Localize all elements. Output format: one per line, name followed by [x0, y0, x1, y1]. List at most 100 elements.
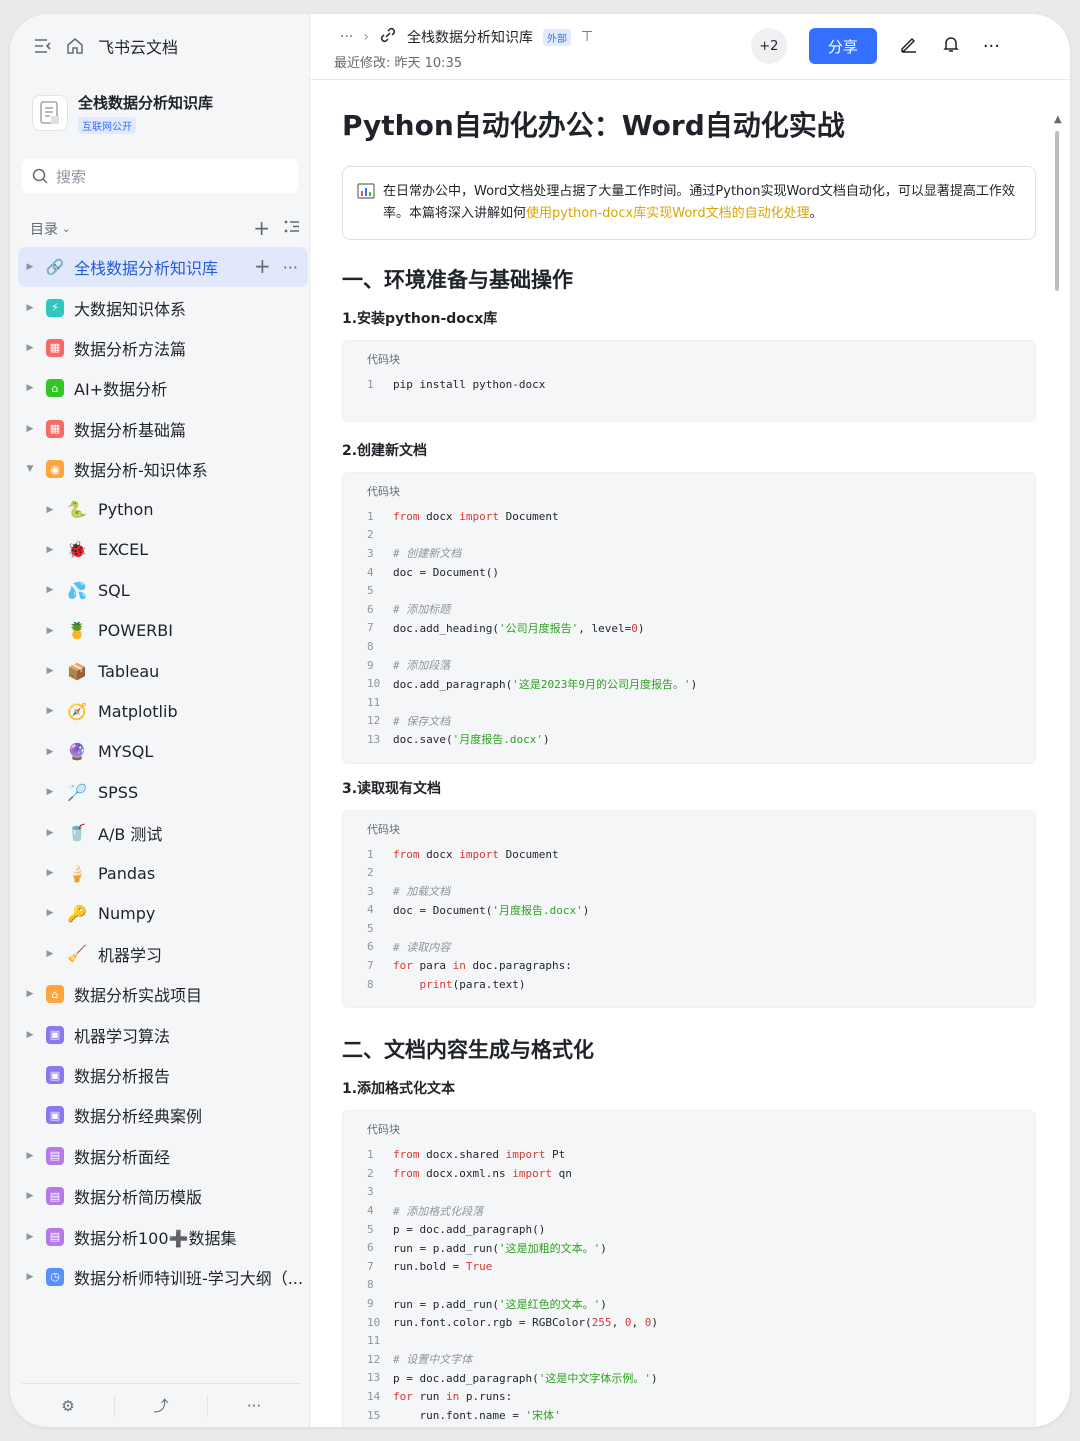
- sidebar-item[interactable]: ▶ 📦 Tableau: [18, 651, 310, 691]
- settings-icon[interactable]: ⚙: [22, 1394, 115, 1417]
- caret-right-icon[interactable]: ▶: [42, 666, 58, 676]
- code-block-label: 代码块: [367, 823, 400, 836]
- header-actions: +2 分享 ···: [750, 28, 1000, 64]
- code-block[interactable]: 代码块 1 from docx import Document 2 3 # 创建新文…: [342, 472, 1036, 764]
- chevron-down-icon[interactable]: ⌄: [62, 224, 70, 235]
- sidebar-item[interactable]: ▶ 🔗 全栈数据分析知识库 + ···: [18, 247, 308, 288]
- sidebar-item[interactable]: ▶ 💦 SQL: [18, 570, 310, 610]
- caret-right-icon[interactable]: ▶: [42, 868, 58, 878]
- sidebar-item[interactable]: ▶ 🧭 Matplotlib: [18, 691, 310, 731]
- home-icon[interactable]: [66, 37, 84, 55]
- sidebar-item[interactable]: ▶ ▦ 数据分析方法篇: [18, 328, 310, 368]
- caret-right-icon[interactable]: ▶: [22, 424, 38, 434]
- last-modified: 最近修改: 昨天 10:35: [334, 56, 463, 71]
- item-icon: 🔗: [45, 258, 65, 277]
- sidebar-item-label: 数据分析实战项目: [74, 986, 203, 1006]
- caret-right-icon[interactable]: ▶: [42, 828, 58, 838]
- sidebar-item[interactable]: ▶ 🍦 Pandas: [18, 853, 310, 893]
- caret-right-icon[interactable]: ▶: [22, 1232, 38, 1242]
- caret-right-icon[interactable]: ▶: [22, 1272, 38, 1282]
- edit-icon[interactable]: [899, 34, 919, 58]
- sidebar-item[interactable]: ▶ ◷ 数据分析师特训班-学习大纲（...: [18, 1257, 310, 1297]
- app-window: 飞书云文档 全栈数据分析知识库 互联网公开 搜索 目录 ⌄ + ▶ 🔗 全栈数据…: [10, 14, 1070, 1427]
- sidebar-item[interactable]: ▶ 🐍 Python: [18, 489, 310, 529]
- caret-right-icon[interactable]: ▶: [42, 706, 58, 716]
- caret-right-icon[interactable]: ▶: [22, 1151, 38, 1161]
- caret-right-icon[interactable]: ▶: [42, 949, 58, 959]
- caret-right-icon[interactable]: ▶: [42, 908, 58, 918]
- callout-highlight: 使用python-docx库实现Word文档的自动化处理: [526, 206, 810, 221]
- caret-right-icon[interactable]: ▶: [22, 343, 38, 353]
- code-block-label: 代码块: [367, 354, 400, 366]
- code-block[interactable]: 代码块 1 pip install python-docx: [342, 340, 1036, 422]
- caret-right-icon[interactable]: ▶: [22, 262, 38, 272]
- caret-right-icon[interactable]: ▶: [42, 747, 58, 757]
- caret-right-icon[interactable]: ▶: [22, 1191, 38, 1201]
- more-options-icon[interactable]: ···: [983, 36, 1000, 57]
- sidebar-item[interactable]: ▶ 🏸 SPSS: [18, 772, 310, 812]
- code-block[interactable]: 代码块 1 from docx.shared import Pt 2 from do…: [342, 1110, 1036, 1427]
- toc-label[interactable]: 目录: [30, 219, 58, 239]
- caret-right-icon[interactable]: ▶: [22, 303, 38, 313]
- collapse-sidebar-icon[interactable]: [34, 38, 52, 54]
- sidebar-item[interactable]: ▣ 数据分析经典案例: [18, 1095, 310, 1135]
- sidebar-item[interactable]: ▶ ▣ 机器学习算法: [18, 1014, 310, 1054]
- scrollbar[interactable]: ▲: [1054, 114, 1062, 291]
- sidebar-item[interactable]: ▶ 🔮 MYSQL: [18, 732, 310, 772]
- caret-right-icon[interactable]: ▶: [22, 1030, 38, 1040]
- sidebar-item[interactable]: ▶ ▤ 数据分析简历模版: [18, 1176, 310, 1216]
- caret-right-icon[interactable]: ▶: [42, 787, 58, 797]
- sidebar-item[interactable]: ▣ 数据分析报告: [18, 1055, 310, 1095]
- share-button[interactable]: 分享: [808, 28, 877, 64]
- add-icon[interactable]: +: [253, 218, 270, 238]
- bell-icon[interactable]: [941, 34, 961, 58]
- caret-right-icon[interactable]: ▶: [42, 626, 58, 636]
- sidebar-item[interactable]: ▶ ▦ 数据分析基础篇: [18, 409, 310, 449]
- item-icon: 🔮: [67, 742, 87, 762]
- item-icon: ⌂: [46, 379, 64, 398]
- item-icon: 🧹: [67, 944, 87, 964]
- sidebar-item[interactable]: ▶ ▤ 数据分析面经: [18, 1136, 310, 1176]
- sidebar-item[interactable]: ▶ ⌂ AI+数据分析: [18, 368, 310, 408]
- caret-right-icon[interactable]: ▶: [22, 989, 38, 999]
- sidebar-item[interactable]: ▶ 🐞 EXCEL: [18, 530, 310, 570]
- sidebar: 飞书云文档 全栈数据分析知识库 互联网公开 搜索 目录 ⌄ + ▶ 🔗 全栈数据…: [10, 14, 310, 1427]
- heading-create: 2.创建新文档: [342, 443, 428, 459]
- add-child-icon[interactable]: +: [254, 256, 271, 277]
- sidebar-item[interactable]: ▶ ⌂ 数据分析实战项目: [18, 974, 310, 1014]
- breadcrumb-more[interactable]: ···: [340, 29, 353, 45]
- outline-icon[interactable]: [284, 220, 300, 238]
- pin-icon[interactable]: ⊤: [581, 29, 593, 45]
- app-title[interactable]: 飞书云文档: [98, 34, 178, 58]
- caret-right-icon[interactable]: ▶: [22, 383, 38, 393]
- sidebar-item-label: Matplotlib: [98, 701, 178, 721]
- sidebar-item[interactable]: ▼ ◉ 数据分析-知识体系: [18, 449, 310, 489]
- collaborators-count[interactable]: +2: [750, 28, 787, 64]
- code-block[interactable]: 代码块 1 from docx import Document 2 3 # 加载文档…: [342, 809, 1036, 1009]
- caret-right-icon[interactable]: ▶: [42, 505, 58, 515]
- sidebar-item[interactable]: ▶ 🍍 POWERBI: [18, 611, 310, 651]
- search-input[interactable]: 搜索: [22, 159, 298, 193]
- sidebar-item-label: Python: [98, 500, 154, 520]
- sidebar-item-label: MYSQL: [98, 742, 154, 762]
- sidebar-item[interactable]: ▶ 🧹 机器学习: [18, 934, 310, 974]
- doc-content: Python自动化办公：Word自动化实战 在日常办公中，Word文档处理占据了…: [342, 104, 1036, 1427]
- breadcrumb-kb-title[interactable]: 全栈数据分析知识库: [407, 27, 533, 47]
- caret-down-icon[interactable]: ▼: [22, 464, 38, 474]
- share-out-icon[interactable]: ⤴: [115, 1394, 208, 1417]
- more-icon[interactable]: ···: [208, 1395, 300, 1417]
- sidebar-item-label: Tableau: [98, 661, 160, 681]
- sidebar-item[interactable]: ▶ ⚡ 大数据知识体系: [18, 287, 310, 327]
- kb-name: 全栈数据分析知识库: [78, 94, 214, 112]
- sidebar-item[interactable]: ▶ 🥤 A/B 测试: [18, 812, 310, 852]
- sidebar-item[interactable]: ▶ 🔑 Numpy: [18, 893, 310, 933]
- item-icon: ◉: [46, 460, 64, 479]
- caret-right-icon[interactable]: ▶: [42, 545, 58, 555]
- more-icon[interactable]: ···: [283, 258, 298, 277]
- caret-right-icon[interactable]: ▶: [42, 585, 58, 595]
- knowledge-base-card[interactable]: 全栈数据分析知识库 互联网公开: [32, 92, 213, 134]
- sidebar-item[interactable]: ▶ ▤ 数据分析100➕数据集: [18, 1216, 310, 1256]
- sidebar-item-label: 机器学习: [98, 945, 163, 965]
- item-icon: ▣: [46, 1066, 64, 1084]
- chevron-right-icon: ›: [363, 29, 369, 45]
